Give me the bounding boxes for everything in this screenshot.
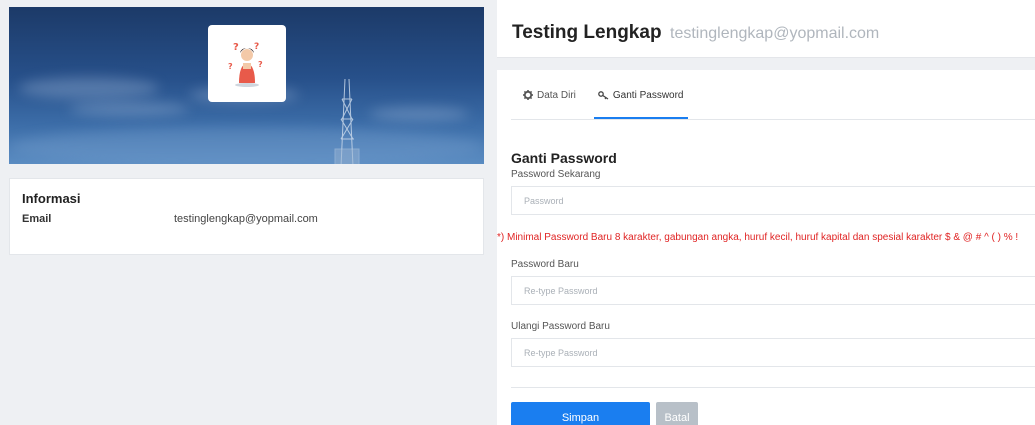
save-button[interactable]: Simpan — [511, 402, 650, 425]
svg-text:?: ? — [233, 42, 239, 53]
tab-ganti-password[interactable]: Ganti Password — [593, 82, 688, 119]
tab-data-diri-label: Data Diri — [537, 90, 576, 101]
profile-column: ? ? ? ? Informasi Email testinglengkap@y… — [9, 7, 484, 255]
avatar-illustration-icon: ? ? ? ? — [228, 42, 263, 87]
new-password-label: Password Baru — [511, 259, 579, 270]
info-title: Informasi — [22, 191, 81, 206]
form-actions: Simpan Batal — [511, 402, 1035, 425]
info-email-value: testinglengkap@yopmail.com — [174, 213, 318, 225]
form-title: Ganti Password — [511, 150, 617, 166]
password-rules-warning: *) Minimal Password Baru 8 karakter, gab… — [497, 232, 1019, 243]
info-card: Informasi Email testinglengkap@yopmail.c… — [9, 178, 484, 255]
cover-image: ? ? ? ? — [9, 7, 484, 164]
gear-icon — [523, 90, 533, 100]
avatar[interactable]: ? ? ? ? — [208, 25, 286, 102]
svg-text:?: ? — [258, 60, 263, 69]
profile-header: Testing Lengkap testinglengkap@yopmail.c… — [497, 0, 1035, 58]
cancel-button[interactable]: Batal — [656, 402, 698, 425]
password-panel: Data Diri Ganti Password Ganti Password … — [497, 70, 1035, 425]
current-password-input[interactable] — [511, 186, 1035, 215]
tab-ganti-password-label: Ganti Password — [612, 90, 684, 101]
profile-email: testinglengkap@yopmail.com — [670, 25, 880, 42]
tab-data-diri[interactable]: Data Diri — [519, 82, 580, 119]
profile-name: Testing Lengkap — [512, 22, 662, 43]
repeat-password-input[interactable] — [511, 338, 1035, 367]
new-password-input[interactable] — [511, 276, 1035, 305]
current-password-label: Password Sekarang — [511, 169, 601, 180]
settings-column: Testing Lengkap testinglengkap@yopmail.c… — [497, 0, 1035, 425]
key-icon — [598, 91, 609, 100]
tab-bar: Data Diri Ganti Password — [511, 82, 1035, 120]
form-divider — [511, 387, 1035, 388]
svg-text:?: ? — [254, 42, 259, 52]
repeat-password-label: Ulangi Password Baru — [511, 321, 610, 332]
svg-text:?: ? — [228, 62, 233, 71]
tower-icon — [334, 79, 360, 164]
info-email-label: Email — [22, 213, 52, 225]
info-row-email: Email testinglengkap@yopmail.com — [22, 213, 471, 225]
